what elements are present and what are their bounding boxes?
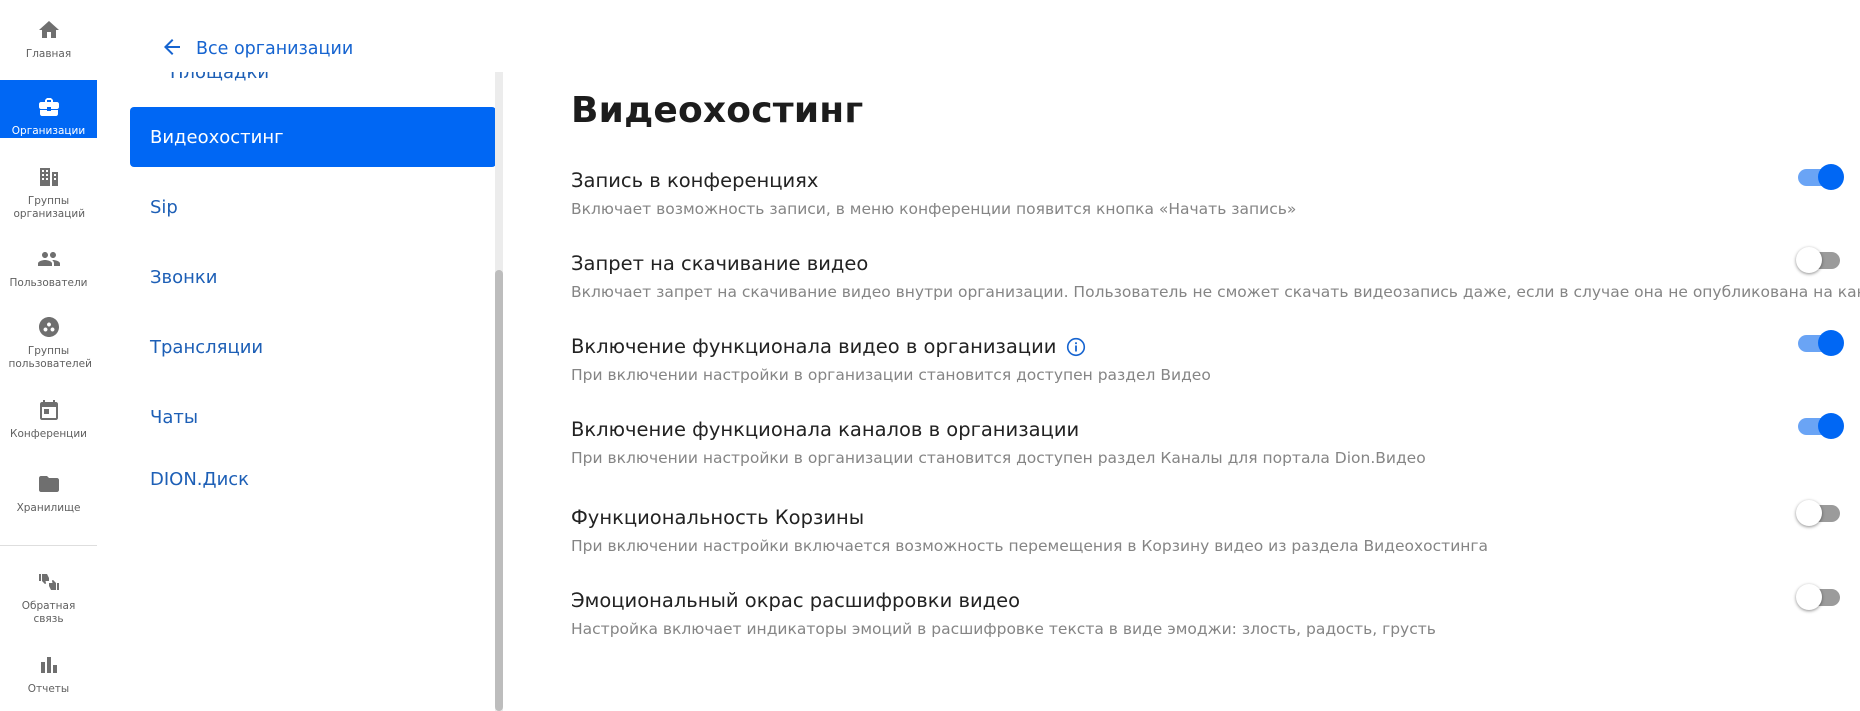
toggle-knob xyxy=(1796,584,1822,610)
rail-item-label: Конференции xyxy=(10,428,87,440)
rail-item-conferences[interactable]: Конференции xyxy=(0,398,97,442)
toggle-knob xyxy=(1796,247,1822,273)
briefcase-icon xyxy=(37,95,61,119)
setting-trash-feature: Функциональность Корзины При включении н… xyxy=(571,506,1841,555)
subnav-scrollbar-thumb[interactable] xyxy=(495,270,503,711)
settings-subnav: Площадки Видеохостинг Sip Звонки Трансля… xyxy=(130,72,500,711)
subnav-item-chats[interactable]: Чаты xyxy=(130,387,496,447)
toggle-knob xyxy=(1818,164,1844,190)
setting-title: Функциональность Корзины xyxy=(571,506,865,529)
setting-description: При включении настройки в организации ст… xyxy=(571,449,1426,467)
subnav-item-calls[interactable]: Звонки xyxy=(130,247,496,307)
subnav-item-broadcasts[interactable]: Трансляции xyxy=(130,317,496,377)
rail-item-organizations[interactable]: Организации xyxy=(0,80,97,138)
rail-item-label: Обратная связь xyxy=(21,600,76,625)
setting-description: При включении настройки в организации ст… xyxy=(571,366,1211,384)
rail-item-home[interactable]: Главная xyxy=(0,18,97,68)
rail-item-label: Хранилище xyxy=(16,502,81,514)
setting-title: Запрет на скачивание видео xyxy=(571,252,869,275)
home-icon xyxy=(37,18,61,42)
rail-item-org-groups[interactable]: Группы организаций xyxy=(0,165,97,223)
subnav-item-venues[interactable]: Площадки xyxy=(130,72,496,88)
setting-title: Эмоциональный окрас расшифровки видео xyxy=(571,589,1021,612)
user-groups-icon xyxy=(37,315,61,339)
setting-description: Настройка включает индикаторы эмоций в р… xyxy=(571,620,1436,638)
folder-icon xyxy=(37,472,61,496)
feedback-thumbs-icon xyxy=(37,570,61,594)
bar-chart-icon xyxy=(37,653,61,677)
toggle-trash-feature[interactable] xyxy=(1796,500,1840,526)
page-title: Видеохостинг xyxy=(571,90,864,131)
rail-item-user-groups[interactable]: Группы пользователей xyxy=(0,315,97,373)
subnav-item-videohosting[interactable]: Видеохостинг xyxy=(130,107,496,167)
toggle-knob xyxy=(1796,500,1822,526)
rail-item-storage[interactable]: Хранилище xyxy=(0,472,97,516)
setting-title: Запись в конференциях xyxy=(571,169,819,192)
back-link-label: Все организации xyxy=(196,39,354,59)
toggle-emotion-transcript[interactable] xyxy=(1796,584,1840,610)
setting-description: Включает возможность записи, в меню конф… xyxy=(571,200,1297,218)
back-to-organizations-link[interactable]: Все организации xyxy=(160,35,353,63)
rail-item-label: Отчеты xyxy=(27,683,70,695)
rail-item-feedback[interactable]: Обратная связь xyxy=(0,570,97,628)
setting-conference-recording: Запись в конференциях Включает возможнос… xyxy=(571,169,1841,218)
setting-emotion-transcript: Эмоциональный окрас расшифровки видео На… xyxy=(571,589,1841,638)
toggle-channels-feature[interactable] xyxy=(1798,413,1844,439)
setting-title-row: Включение функционала видео в организаци… xyxy=(571,335,1841,358)
setting-description: Включает запрет на скачивание видео внут… xyxy=(571,283,1860,301)
setting-description: При включении настройки включается возмо… xyxy=(571,537,1489,555)
rail-divider xyxy=(0,545,97,546)
left-rail: Главная Организации Группы организаций П… xyxy=(0,0,97,711)
toggle-conference-recording[interactable] xyxy=(1798,164,1844,190)
toggle-knob xyxy=(1818,413,1844,439)
rail-item-label: Пользователи xyxy=(9,277,88,289)
setting-download-ban: Запрет на скачивание видео Включает запр… xyxy=(571,252,1860,301)
setting-title: Включение функционала каналов в организа… xyxy=(571,418,1080,441)
rail-item-label: Группы пользователей xyxy=(8,345,92,370)
setting-title: Включение функционала видео в организаци… xyxy=(571,335,1057,358)
setting-channels-feature: Включение функционала каналов в организа… xyxy=(571,418,1841,467)
rail-item-reports[interactable]: Отчеты xyxy=(0,653,97,697)
subnav-item-dion-disk[interactable]: DION.Диск xyxy=(130,449,496,509)
users-icon xyxy=(37,247,61,271)
info-icon[interactable] xyxy=(1066,337,1086,357)
org-groups-icon xyxy=(37,165,61,189)
calendar-icon xyxy=(37,398,61,422)
rail-item-label: Главная xyxy=(25,48,72,60)
rail-item-label: Группы организаций xyxy=(13,195,86,220)
rail-item-users[interactable]: Пользователи xyxy=(0,247,97,291)
toggle-video-feature[interactable] xyxy=(1798,330,1844,356)
toggle-download-ban[interactable] xyxy=(1796,247,1840,273)
setting-video-feature: Включение функционала видео в организаци… xyxy=(571,335,1841,384)
toggle-knob xyxy=(1818,330,1844,356)
subnav-item-sip[interactable]: Sip xyxy=(130,177,496,237)
arrow-left-icon xyxy=(160,35,184,64)
rail-item-label: Организации xyxy=(11,125,86,137)
